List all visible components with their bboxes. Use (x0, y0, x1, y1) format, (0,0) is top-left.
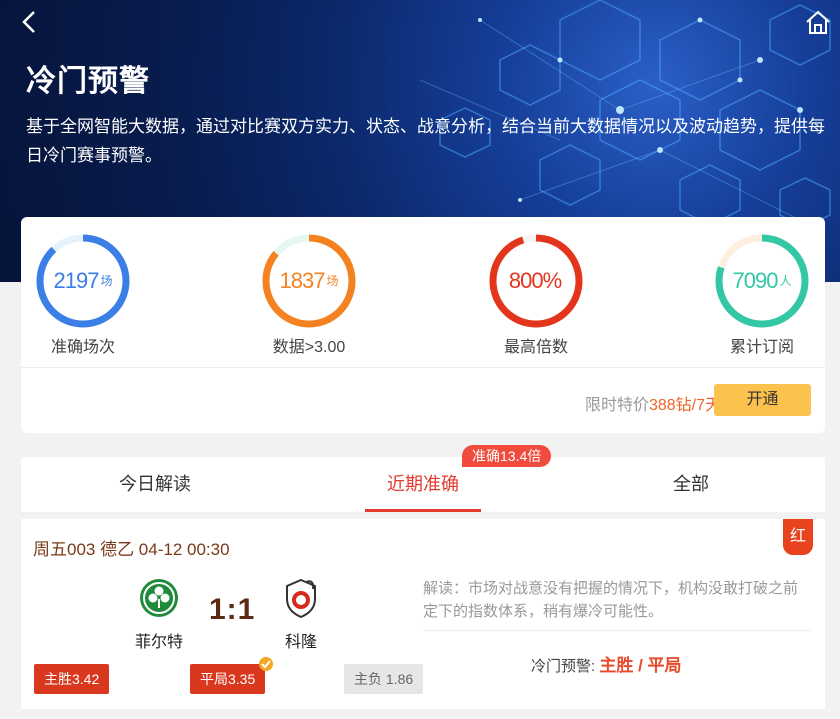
promo-price: 388钻/7天 (648, 397, 721, 414)
away-team-name: 科隆 (284, 634, 317, 651)
match-card[interactable]: 周五003 德乙 04-12 00:30 红 菲尔特 1:1 科隆 主胜3.42… (21, 519, 825, 709)
chevron-left-icon (22, 11, 35, 33)
match-header: 周五003 德乙 04-12 00:30 (33, 540, 230, 559)
stat-unit: 场 (326, 273, 339, 288)
warning-prediction: 主胜 / 平局 (599, 656, 682, 675)
stat-value: 7090 (732, 268, 779, 293)
home-team-logo (140, 579, 178, 617)
home-team-name: 菲尔特 (134, 634, 183, 651)
upset-warning: 冷门预警: 主胜 / 平局 (531, 651, 682, 676)
divider (21, 367, 825, 368)
page-description: 基于全网智能大数据，通过对比赛双方实力、状态、战意分析，结合当前大数据情况以及波… (26, 117, 825, 165)
stats-card: 2197 场 准确场次 1837 场 数据>3.00 800% 最高倍数 7090 人… (21, 217, 825, 433)
subscribe-button[interactable]: 开通 (714, 384, 811, 416)
tab-bar: 今日解读 近期准确 全部 (21, 457, 825, 512)
stat-max-multiple: 800% 最高倍数 (466, 231, 606, 357)
progress-ring: 800% (486, 231, 586, 331)
stat-label: 准确场次 (50, 339, 115, 356)
accuracy-badge: 准确13.4倍 (462, 445, 552, 467)
stat-label: 累计订阅 (729, 339, 794, 356)
divider (423, 630, 811, 631)
away-team-logo (286, 578, 316, 619)
back-button[interactable] (16, 8, 44, 36)
stat-unit: 场 (100, 273, 113, 288)
odds-draw[interactable]: 平局3.35 (190, 664, 266, 694)
stat-value: 800% (508, 268, 562, 293)
page-title: 冷门预警 (26, 65, 150, 98)
away-team: 科隆 (261, 577, 341, 652)
promo-text: 限时特价388钻/7天 (585, 391, 721, 415)
stat-label: 数据>3.00 (272, 339, 346, 356)
home-button[interactable] (804, 8, 832, 36)
stat-subscribers: 7090 人 累计订阅 (692, 231, 832, 357)
match-analysis: 解读：市场对战意没有把握的情况下，机构没敢打破之前定下的指数体系，稍有爆冷可能性… (423, 580, 799, 620)
promo-prefix: 限时特价 (584, 397, 649, 414)
result-tag: 红 (783, 519, 813, 555)
stat-odds-over-3: 1837 场 数据>3.00 (239, 231, 379, 357)
odds-away-win[interactable]: 主负 1.86 (344, 664, 424, 694)
progress-ring: 2197 场 (33, 231, 133, 331)
home-team: 菲尔特 (119, 577, 199, 652)
home-icon (806, 10, 830, 34)
stat-value: 2197 (53, 268, 100, 293)
warning-label: 冷门预警: (531, 658, 596, 675)
stat-unit: 人 (779, 273, 792, 288)
tab-today[interactable]: 今日解读 (65, 457, 245, 512)
progress-ring: 7090 人 (712, 231, 812, 331)
tab-all[interactable]: 全部 (601, 457, 781, 512)
progress-ring: 1837 场 (259, 231, 359, 331)
stat-label: 最高倍数 (503, 339, 568, 356)
odds-home-win[interactable]: 主胜3.42 (34, 664, 110, 694)
match-score: 1:1 (209, 593, 256, 626)
check-icon (259, 657, 273, 671)
stat-accurate-matches: 2197 场 准确场次 (13, 231, 153, 357)
stat-value: 1837 (279, 268, 326, 293)
